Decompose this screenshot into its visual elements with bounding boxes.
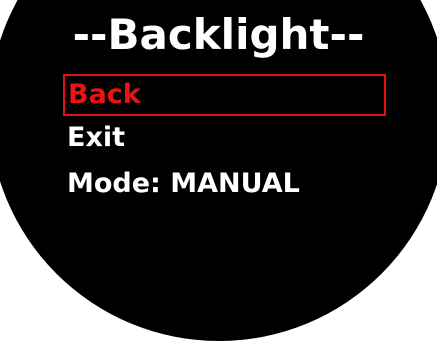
- menu-item-mode[interactable]: Mode: MANUAL: [67, 166, 300, 202]
- menu-item-back[interactable]: Back: [63, 74, 386, 116]
- menu-item-exit[interactable]: Exit: [67, 120, 125, 156]
- screen-title: --Backlight--: [72, 10, 365, 59]
